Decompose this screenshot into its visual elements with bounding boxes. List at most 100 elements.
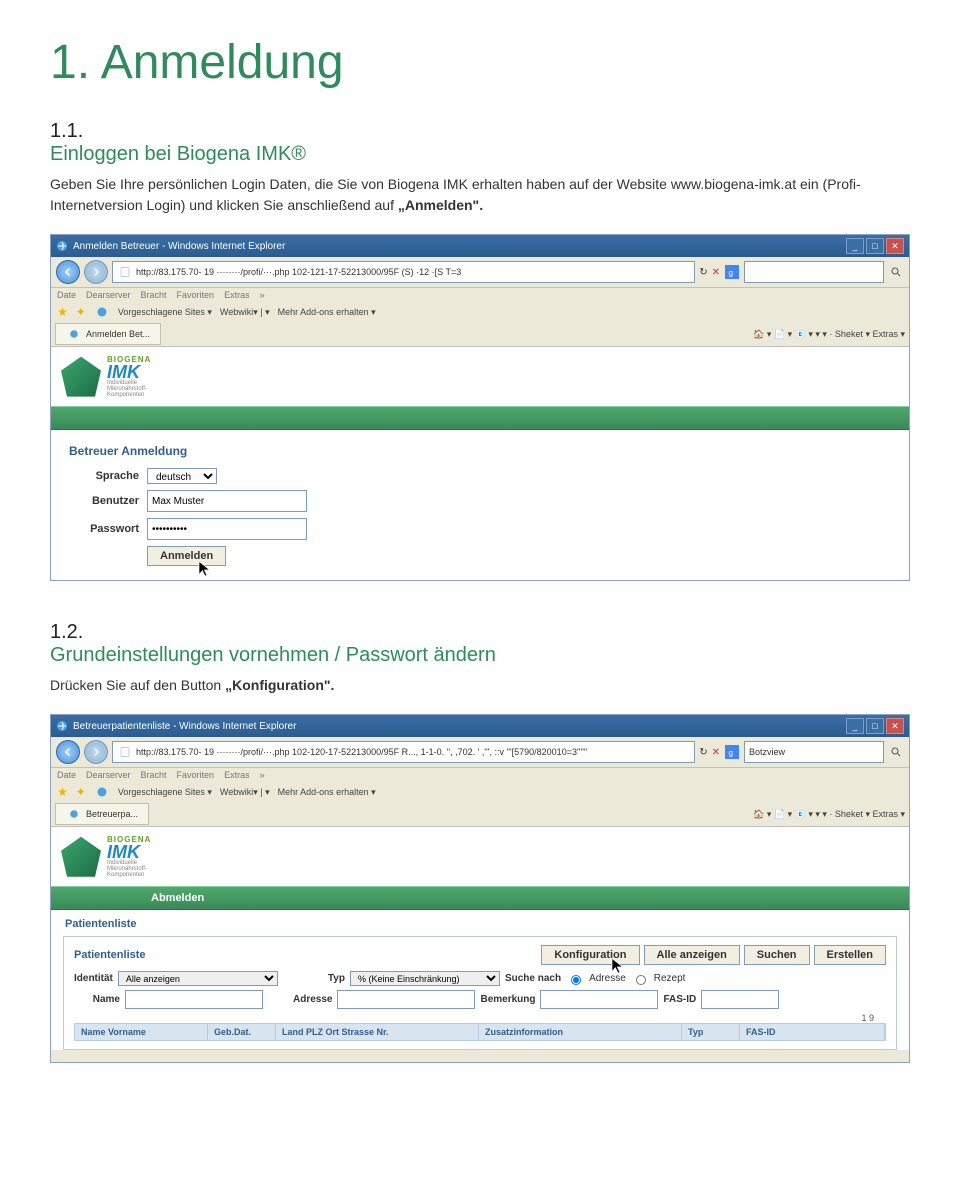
favorites-bar: ★ ✦ Vorgeschlagene Sites ▾ Webwiki▾ | ▾ … xyxy=(51,302,909,322)
page-title: 1. Anmeldung xyxy=(50,35,910,90)
minimize-button[interactable]: _ xyxy=(846,238,864,254)
search-box[interactable] xyxy=(744,261,884,283)
forward-button[interactable] xyxy=(84,740,108,764)
anmelden-button[interactable]: Anmelden xyxy=(147,546,226,566)
back-button[interactable] xyxy=(56,740,80,764)
suggested-sites-icon xyxy=(94,784,110,800)
section-num: 1.1. xyxy=(50,120,83,142)
opt-rezept: Rezept xyxy=(654,973,686,984)
address-bar[interactable]: http://83.175.70- 19 ········/profi/···.… xyxy=(112,741,695,763)
screenshot-patientlist: Betreuerpatientenliste - Windows Interne… xyxy=(50,714,910,1063)
favorites-add-icon[interactable]: ✦ xyxy=(76,785,86,799)
th-adresse[interactable]: Land PLZ Ort Strasse Nr. xyxy=(276,1024,479,1040)
section-title: Einloggen bei Biogena IMK® xyxy=(50,143,306,165)
benutzer-input[interactable] xyxy=(147,490,307,512)
menu-item[interactable]: Dearserver xyxy=(86,770,131,780)
menu-item[interactable]: Favoriten xyxy=(177,770,215,780)
search-icon[interactable] xyxy=(888,264,904,280)
favorites-star-icon[interactable]: ★ xyxy=(57,305,68,319)
menu-item[interactable]: Date xyxy=(57,290,76,300)
identitat-select[interactable]: Alle anzeigen xyxy=(118,971,278,986)
label-bemerkung: Bemerkung xyxy=(480,994,535,1005)
browser-tab[interactable]: Betreuerpa... xyxy=(55,803,149,825)
menu-item[interactable]: Bracht xyxy=(141,290,167,300)
pane-title: Patientenliste xyxy=(51,910,909,932)
abmelden-link[interactable]: Abmelden xyxy=(151,892,204,904)
menu-item[interactable]: Extras xyxy=(224,770,250,780)
maximize-button[interactable]: □ xyxy=(866,238,884,254)
logo-sub: Komponenten xyxy=(107,872,151,878)
search-box[interactable]: Botzview xyxy=(744,741,884,763)
logo-leaf-icon xyxy=(61,357,101,397)
th-zusatz[interactable]: Zusatzinformation xyxy=(479,1024,682,1040)
fav-item[interactable]: Mehr Add-ons erhalten ▾ xyxy=(278,307,376,318)
refresh-icon[interactable]: ↻ xyxy=(699,747,707,758)
suche-adresse-radio[interactable] xyxy=(571,975,581,985)
menu-item[interactable]: Bracht xyxy=(141,770,167,780)
address-bar[interactable]: http://83.175.70- 19 ········/profi/···.… xyxy=(112,261,695,283)
suchen-button[interactable]: Suchen xyxy=(744,945,810,965)
bemerkung-input[interactable] xyxy=(540,990,658,1009)
patient-list-box: Patientenliste Konfiguration Alle anzeig… xyxy=(63,936,897,1050)
tab-label: Anmelden Bet... xyxy=(86,329,150,339)
section-num: 1.2. xyxy=(50,621,83,643)
logo-sub: Komponenten xyxy=(107,392,151,398)
body-bold: „Anmelden". xyxy=(398,197,483,213)
fav-item[interactable]: Mehr Add-ons erhalten ▾ xyxy=(278,787,376,798)
cursor-icon xyxy=(197,558,213,578)
fav-item[interactable]: Webwiki▾ | ▾ xyxy=(220,307,270,318)
page-content: BIOGENA IMK Individuelle Mikronährstoff-… xyxy=(51,826,909,1050)
page-tools[interactable]: 🏠 ▾ 📄 ▾ 📧 ▾ ▾ ▾ · Sheket ▾ Extras ▾ xyxy=(753,329,905,340)
search-icon[interactable] xyxy=(888,744,904,760)
page-icon xyxy=(117,264,133,280)
typ-select[interactable]: % (Keine Einschränkung) xyxy=(350,971,500,986)
fav-item[interactable]: Vorgeschlagene Sites ▾ xyxy=(118,307,212,318)
sprache-select[interactable]: deutsch xyxy=(147,468,217,484)
forward-button[interactable] xyxy=(84,260,108,284)
pager: 1 9 xyxy=(74,1013,886,1023)
minimize-button[interactable]: _ xyxy=(846,718,864,734)
menu-bar: Date Dearserver Bracht Favoriten Extras … xyxy=(51,288,909,302)
close-button[interactable]: ✕ xyxy=(886,238,904,254)
stop-icon[interactable]: ✕ xyxy=(712,267,720,278)
nav-toolbar: http://83.175.70- 19 ········/profi/···.… xyxy=(51,257,909,288)
fav-item[interactable]: Vorgeschlagene Sites ▾ xyxy=(118,787,212,798)
passwort-input[interactable] xyxy=(147,518,307,540)
back-button[interactable] xyxy=(56,260,80,284)
page-tools[interactable]: 🏠 ▾ 📄 ▾ 📧 ▾ ▾ ▾ · Sheket ▾ Extras ▾ xyxy=(753,809,905,820)
browser-tab[interactable]: Anmelden Bet... xyxy=(55,323,161,345)
alle-anzeigen-button[interactable]: Alle anzeigen xyxy=(644,945,740,965)
menu-item[interactable]: Date xyxy=(57,770,76,780)
maximize-button[interactable]: □ xyxy=(866,718,884,734)
close-button[interactable]: ✕ xyxy=(886,718,904,734)
section-1-1-heading: 1.1. Einloggen bei Biogena IMK® xyxy=(50,120,910,166)
th-fasid[interactable]: FAS-ID xyxy=(740,1024,885,1040)
th-name[interactable]: Name Vorname xyxy=(75,1024,208,1040)
adresse-input[interactable] xyxy=(337,990,475,1009)
form-title: Betreuer Anmeldung xyxy=(69,444,891,458)
stop-icon[interactable]: ✕ xyxy=(712,747,720,758)
favorites-add-icon[interactable]: ✦ xyxy=(76,305,86,319)
logo-brand2: IMK xyxy=(107,844,151,860)
table-header: Name Vorname Geb.Dat. Land PLZ Ort Stras… xyxy=(74,1023,886,1041)
menu-item[interactable]: Favoriten xyxy=(177,290,215,300)
svg-text:g: g xyxy=(729,749,734,758)
fav-item[interactable]: Webwiki▾ | ▾ xyxy=(220,787,270,798)
menu-item[interactable]: Dearserver xyxy=(86,290,131,300)
svg-text:g: g xyxy=(729,269,734,278)
logo-leaf-icon xyxy=(61,837,101,877)
refresh-icon[interactable]: ↻ xyxy=(699,267,707,278)
name-input[interactable] xyxy=(125,990,263,1009)
th-gebdat[interactable]: Geb.Dat. xyxy=(208,1024,276,1040)
menu-item[interactable]: Extras xyxy=(224,290,250,300)
favorites-bar: ★ ✦ Vorgeschlagene Sites ▾ Webwiki▾ | ▾ … xyxy=(51,782,909,802)
body-text: Drücken Sie auf den Button xyxy=(50,677,225,693)
erstellen-button[interactable]: Erstellen xyxy=(814,945,886,965)
fasid-input[interactable] xyxy=(701,990,779,1009)
suggested-sites-icon xyxy=(94,304,110,320)
suche-rezept-radio[interactable] xyxy=(636,975,646,985)
label-fasid: FAS-ID xyxy=(663,994,696,1005)
tab-bar: Anmelden Bet... 🏠 ▾ 📄 ▾ 📧 ▾ ▾ ▾ · Sheket… xyxy=(51,322,909,346)
favorites-star-icon[interactable]: ★ xyxy=(57,785,68,799)
th-typ[interactable]: Typ xyxy=(682,1024,740,1040)
